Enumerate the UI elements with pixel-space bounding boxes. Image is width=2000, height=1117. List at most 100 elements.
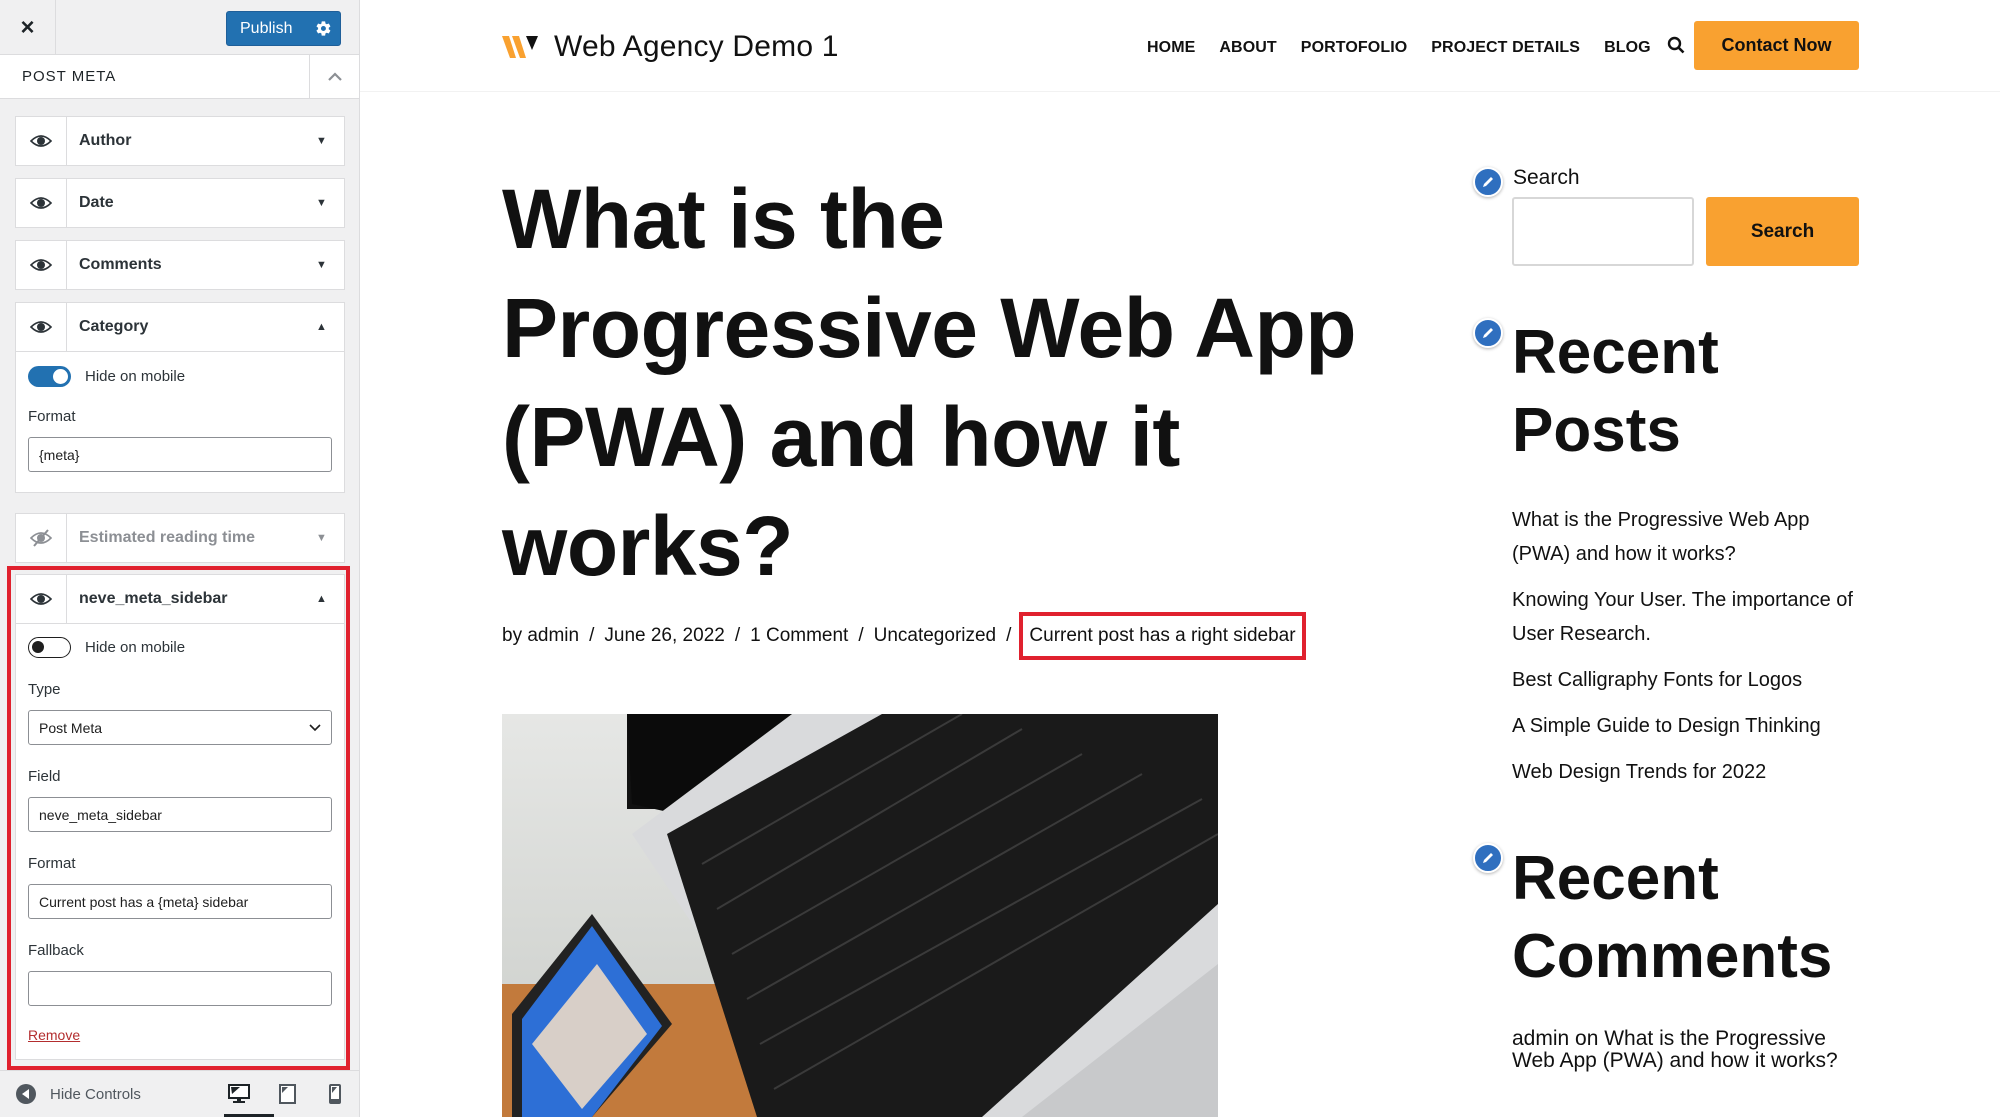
recent-post-link[interactable]: Knowing Your User. The importance of Use… xyxy=(1512,583,1872,651)
featured-image xyxy=(502,714,1218,1117)
desktop-icon xyxy=(228,1084,250,1103)
meta-item-label[interactable]: Estimated reading time xyxy=(67,529,316,547)
category-format-input[interactable]: {meta} xyxy=(28,437,332,472)
hide-on-mobile-label: Hide on mobile xyxy=(85,638,186,656)
hide-on-mobile-toggle[interactable] xyxy=(28,636,71,658)
hide-on-mobile-toggle[interactable] xyxy=(28,365,71,387)
customizer-sidebar: × Publish POST META Author ▼ Date ▼ Comm… xyxy=(0,0,360,1117)
recent-comments-title: Recent Comments xyxy=(1512,844,1833,991)
type-label: Type xyxy=(28,681,61,698)
visibility-toggle[interactable] xyxy=(16,117,67,165)
meta-item-comments: Comments ▼ xyxy=(15,240,345,290)
hide-controls-button[interactable]: Hide Controls xyxy=(0,1084,215,1104)
meta-category[interactable]: Uncategorized xyxy=(874,625,997,647)
visibility-toggle[interactable] xyxy=(16,575,67,623)
hide-controls-label: Hide Controls xyxy=(50,1085,141,1103)
close-icon: × xyxy=(20,13,35,41)
nav-item-blog[interactable]: BLOG xyxy=(1604,39,1651,57)
customizer-topbar: × Publish xyxy=(0,0,359,55)
meta-comments[interactable]: 1 Comment xyxy=(750,625,848,647)
caret-down-icon[interactable]: ▼ xyxy=(316,135,344,147)
device-desktop-button[interactable] xyxy=(215,1071,274,1117)
meta-item-category: Category ▲ Hide on mobile Format {meta} xyxy=(15,302,345,493)
meta-item-neve-meta-sidebar: neve_meta_sidebar ▲ Hide on mobile Type … xyxy=(15,574,345,1060)
publish-button[interactable]: Publish xyxy=(226,11,341,46)
fallback-input[interactable] xyxy=(28,971,332,1006)
mobile-icon xyxy=(329,1084,341,1104)
type-select[interactable]: Post Meta xyxy=(28,710,332,745)
recent-posts-list: What is the Progressive Web App (PWA) an… xyxy=(1512,503,1872,801)
laptop-phone-photo xyxy=(502,714,1218,1117)
visibility-toggle[interactable] xyxy=(16,303,67,351)
device-mobile-button[interactable] xyxy=(311,1071,359,1117)
customizer-footer: Hide Controls xyxy=(0,1070,359,1117)
meta-separator: / xyxy=(589,625,595,646)
meta-separator: / xyxy=(858,625,864,646)
site-preview: Web Agency Demo 1 HOME ABOUT PORTOFOLIO … xyxy=(360,0,2000,1117)
recent-post-link[interactable]: What is the Progressive Web App (PWA) an… xyxy=(1512,503,1872,571)
meta-item-label[interactable]: neve_meta_sidebar xyxy=(67,590,316,608)
nav-item-portfolio[interactable]: PORTOFOLIO xyxy=(1301,39,1407,57)
eye-icon xyxy=(30,135,52,147)
format-input[interactable]: Current post has a {meta} sidebar xyxy=(28,884,332,919)
nav-item-home[interactable]: HOME xyxy=(1147,39,1195,57)
edit-widget-pencil-icon[interactable] xyxy=(1473,167,1503,197)
edit-widget-pencil-icon[interactable] xyxy=(1473,318,1503,348)
close-customizer-button[interactable]: × xyxy=(0,0,56,55)
recent-post-link[interactable]: Best Calligraphy Fonts for Logos xyxy=(1512,663,1872,697)
site-header: Web Agency Demo 1 HOME ABOUT PORTOFOLIO … xyxy=(360,0,2000,92)
chevron-up-icon xyxy=(327,71,342,81)
visibility-toggle[interactable] xyxy=(16,241,67,289)
meta-item-label[interactable]: Date xyxy=(67,194,316,212)
search-widget-input[interactable] xyxy=(1512,197,1694,266)
contact-now-button[interactable]: Contact Now xyxy=(1694,21,1859,70)
field-input[interactable]: neve_meta_sidebar xyxy=(28,797,332,832)
remove-link[interactable]: Remove xyxy=(28,1027,80,1043)
site-title: Web Agency Demo 1 xyxy=(554,30,839,63)
meta-separator: / xyxy=(734,625,741,646)
recent-post-link[interactable]: A Simple Guide to Design Thinking xyxy=(1512,709,1872,743)
meta-author[interactable]: by admin xyxy=(502,625,579,647)
device-tablet-button[interactable] xyxy=(263,1071,311,1117)
search-widget-label: Search xyxy=(1513,166,1580,189)
type-select-value: Post Meta xyxy=(39,719,103,736)
caret-down-icon[interactable]: ▼ xyxy=(316,532,344,544)
logo-mark-icon xyxy=(502,36,538,58)
field-label: Field xyxy=(28,768,61,785)
caret-up-icon[interactable]: ▲ xyxy=(316,321,344,333)
recent-comment-item[interactable]: admin on What is the Progressive Web App… xyxy=(1512,1028,1872,1072)
meta-item-label[interactable]: Author xyxy=(67,132,316,150)
collapse-left-icon xyxy=(16,1084,36,1104)
caret-up-icon[interactable]: ▲ xyxy=(316,593,344,605)
hide-on-mobile-label: Hide on mobile xyxy=(85,367,186,385)
visibility-toggle[interactable] xyxy=(16,514,67,562)
chevron-down-icon xyxy=(309,723,321,731)
search-icon[interactable] xyxy=(1667,36,1685,59)
meta-item-label[interactable]: Category xyxy=(67,318,316,336)
edit-widget-pencil-icon[interactable] xyxy=(1473,843,1503,873)
recent-post-link[interactable]: Web Design Trends for 2022 xyxy=(1512,755,1872,789)
publish-label: Publish xyxy=(240,19,293,37)
nav-item-project-details[interactable]: PROJECT DETAILS xyxy=(1431,39,1580,57)
meta-item-reading-time: Estimated reading time ▼ xyxy=(15,513,345,563)
post-title: What is the Progressive Web App (PWA) an… xyxy=(502,172,1357,593)
format-label: Format xyxy=(28,855,76,872)
caret-down-icon[interactable]: ▼ xyxy=(316,259,344,271)
eye-icon xyxy=(30,259,52,271)
post-meta-section-header: POST META xyxy=(0,55,359,99)
meta-custom-sidebar: Current post has a right sidebar xyxy=(1019,612,1306,660)
meta-date: June 26, 2022 xyxy=(604,625,725,646)
eye-hidden-icon xyxy=(30,529,52,547)
gear-icon[interactable] xyxy=(306,12,340,45)
main-nav: HOME ABOUT PORTOFOLIO PROJECT DETAILS BL… xyxy=(1147,36,1685,59)
meta-separator: / xyxy=(1006,625,1012,646)
nav-item-about[interactable]: ABOUT xyxy=(1219,39,1276,57)
search-widget-button[interactable]: Search xyxy=(1706,197,1859,266)
caret-down-icon[interactable]: ▼ xyxy=(316,197,344,209)
meta-item-label[interactable]: Comments xyxy=(67,256,316,274)
visibility-toggle[interactable] xyxy=(16,179,67,227)
tablet-icon xyxy=(278,1084,296,1104)
site-logo[interactable]: Web Agency Demo 1 xyxy=(502,30,839,64)
collapse-section-button[interactable] xyxy=(309,55,359,98)
post-meta: by admin / June 26, 2022 / 1 Comment / U… xyxy=(502,612,1306,660)
